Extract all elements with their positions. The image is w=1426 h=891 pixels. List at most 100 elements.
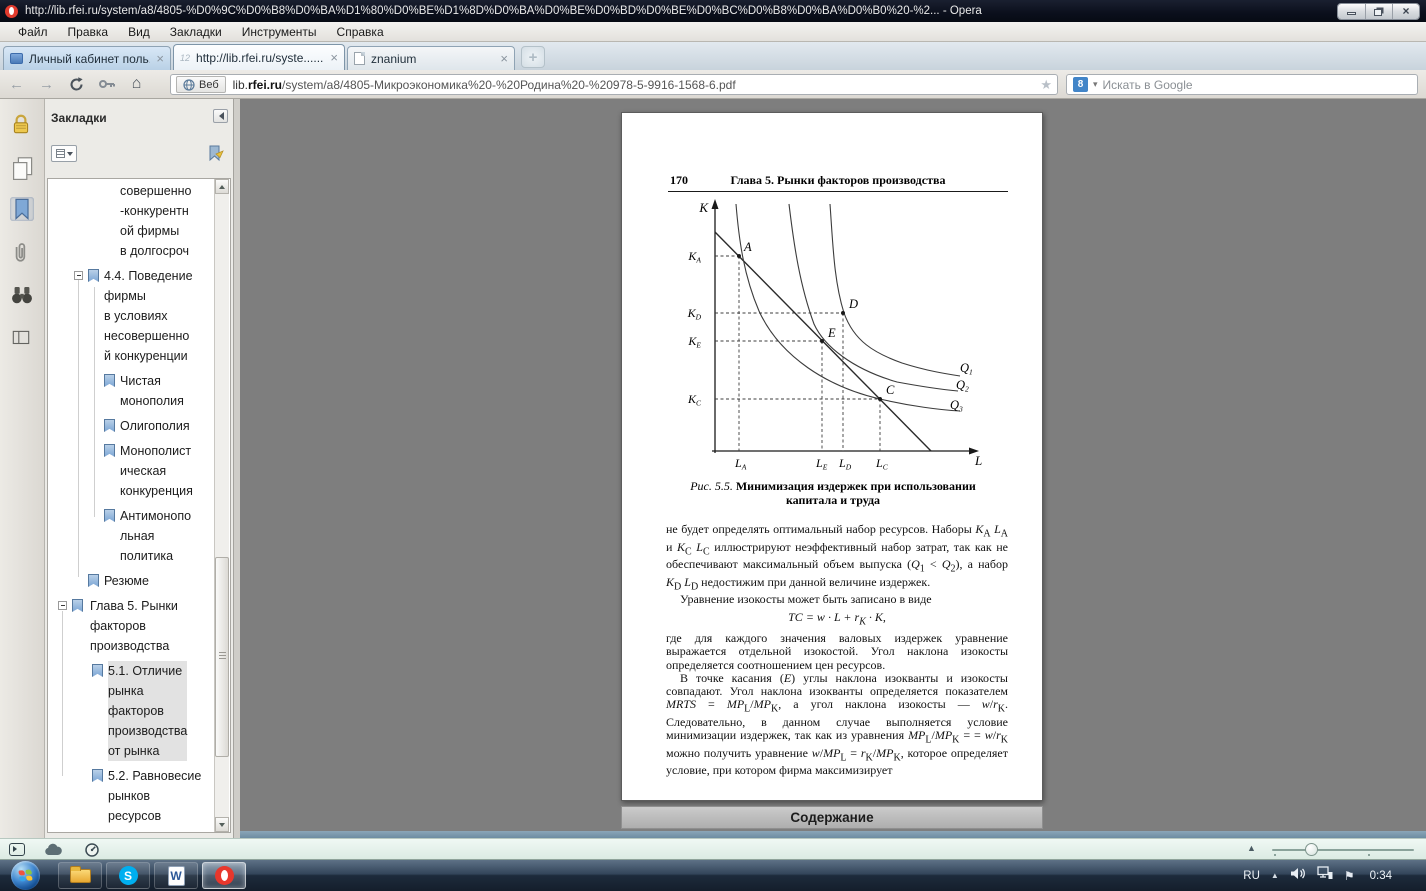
tab-pdf-active[interactable]: 12 http://lib.rfei.ru/syste...... × bbox=[173, 44, 345, 70]
explorer-icon bbox=[70, 869, 91, 883]
bookmark-item[interactable]: Монополист ическая конкуренция bbox=[48, 441, 230, 501]
page-header: 170 Глава 5. Рынки факторов производства bbox=[668, 173, 1008, 192]
view-options-dropdown[interactable] bbox=[51, 145, 77, 162]
clock[interactable]: 0:34 bbox=[1370, 870, 1392, 882]
sidebar-collapse-button[interactable] bbox=[213, 109, 228, 123]
lock-panel-icon[interactable] bbox=[10, 113, 34, 137]
opera-link-cloud-icon[interactable] bbox=[44, 843, 63, 861]
bookmark-item[interactable]: Чистая монополия bbox=[48, 371, 230, 411]
network-icon[interactable] bbox=[1317, 866, 1333, 885]
add-bookmark-button[interactable] bbox=[205, 143, 225, 163]
restore-button[interactable] bbox=[1365, 4, 1392, 19]
tab-close-icon[interactable]: × bbox=[500, 54, 508, 64]
zoom-slider-handle[interactable] bbox=[1305, 843, 1318, 856]
search-input[interactable] bbox=[1103, 78, 1411, 92]
word-icon: W bbox=[168, 866, 185, 886]
bookmark-star-icon[interactable]: ★ bbox=[1040, 77, 1052, 93]
list-view-icon bbox=[56, 149, 65, 158]
attachments-panel-icon[interactable] bbox=[10, 241, 34, 265]
tab-close-icon[interactable]: × bbox=[330, 53, 338, 63]
svg-text:KA: KA bbox=[687, 249, 701, 265]
bookmark-item-selected[interactable]: 5.1. Отличие рынка факторов производства… bbox=[48, 661, 230, 761]
forward-button[interactable]: → bbox=[33, 74, 60, 95]
svg-text:E: E bbox=[827, 326, 836, 340]
close-button[interactable]: × bbox=[1392, 4, 1419, 19]
bookmark-item[interactable]: Олигополия bbox=[48, 416, 230, 436]
search-panel-icon[interactable] bbox=[10, 283, 34, 307]
windows-taskbar: S W RU ▲ ⚑ 0:34 bbox=[0, 860, 1426, 891]
panel-toggle-icon[interactable] bbox=[9, 843, 25, 856]
action-center-flag-icon[interactable]: ⚑ bbox=[1344, 869, 1355, 883]
new-tab-button[interactable]: + bbox=[521, 46, 545, 68]
isocost-formula: TC = w · L + rK · K, bbox=[666, 611, 1008, 629]
search-field[interactable]: 8 ▾ bbox=[1066, 74, 1418, 95]
language-indicator[interactable]: RU bbox=[1243, 870, 1260, 882]
running-head: Глава 5. Рынки факторов производства bbox=[668, 173, 1008, 188]
main-area: Закладки совершенно -конкурентн ой фирмы… bbox=[0, 99, 1426, 838]
menu-file[interactable]: Файл bbox=[8, 23, 58, 41]
bookmark-item[interactable]: 5.2. Равновесие рынков ресурсов bbox=[48, 766, 230, 826]
menu-view[interactable]: Вид bbox=[118, 23, 160, 41]
minimize-icon bbox=[1347, 12, 1356, 15]
sidebar-splitter[interactable] bbox=[233, 99, 240, 838]
bookmark-icon bbox=[104, 444, 115, 457]
figure-5-5-chart: K L A D E C KA KD KE KC LA LE LD LC Q1 Q… bbox=[656, 195, 1004, 477]
tab-close-icon[interactable]: × bbox=[156, 54, 164, 64]
home-button[interactable]: ⌂ bbox=[123, 74, 150, 95]
minimize-button[interactable] bbox=[1338, 4, 1365, 19]
scroll-down-button[interactable] bbox=[215, 817, 229, 832]
panels-layout-icon[interactable] bbox=[10, 327, 34, 351]
contents-button[interactable]: Содержание bbox=[621, 806, 1043, 829]
address-input[interactable]: Веб lib.rfei.ru/system/a8/4805-Микроэкон… bbox=[170, 74, 1058, 95]
windows-panel-icon[interactable] bbox=[10, 155, 34, 179]
menu-tools[interactable]: Инструменты bbox=[232, 23, 327, 41]
status-bar: ▲ bbox=[0, 838, 1426, 860]
taskbar-skype-button[interactable]: S bbox=[106, 862, 150, 889]
reload-button[interactable] bbox=[63, 74, 90, 95]
svg-text:LE: LE bbox=[815, 456, 828, 472]
bookmark-item[interactable]: Глава 5. Рынки факторов производства bbox=[48, 596, 230, 656]
svg-text:LC: LC bbox=[875, 456, 889, 472]
collapse-expander-icon[interactable] bbox=[74, 271, 83, 280]
svg-text:A: A bbox=[743, 240, 752, 254]
bookmarks-panel-icon[interactable] bbox=[10, 197, 34, 221]
add-bookmark-icon bbox=[205, 143, 225, 163]
volume-icon[interactable] bbox=[1290, 867, 1306, 885]
collapse-expander-icon[interactable] bbox=[58, 601, 67, 610]
paragraph: В точке касания (E) углы наклона изокван… bbox=[666, 672, 1008, 778]
scroll-down-icon bbox=[219, 823, 225, 830]
pdf-viewer: 170 Глава 5. Рынки факторов производства bbox=[240, 99, 1426, 838]
bookmark-item[interactable]: Антимонопо льная политика bbox=[48, 506, 230, 566]
svg-text:KD: KD bbox=[687, 306, 702, 322]
menu-help[interactable]: Справка bbox=[327, 23, 394, 41]
wand-password-button[interactable] bbox=[93, 74, 120, 95]
zoom-slider-track[interactable] bbox=[1272, 849, 1414, 851]
scroll-thumb[interactable] bbox=[215, 557, 229, 757]
bookmark-icon bbox=[88, 269, 99, 282]
tab-znanium[interactable]: znanium × bbox=[347, 46, 515, 70]
hidden-icons-arrow-icon[interactable]: ▲ bbox=[1271, 871, 1279, 880]
bookmark-item[interactable]: 4.4. Поведение фирмы в условиях несоверш… bbox=[48, 266, 230, 366]
back-button[interactable]: ← bbox=[3, 74, 30, 95]
search-engine-dropdown-icon[interactable]: ▾ bbox=[1093, 79, 1098, 90]
page-favicon bbox=[354, 52, 365, 65]
taskbar-word-button[interactable]: W bbox=[154, 862, 198, 889]
page-number: 170 bbox=[670, 173, 688, 188]
menu-edit[interactable]: Правка bbox=[58, 23, 119, 41]
zoom-tick bbox=[1368, 854, 1370, 856]
bookmark-icon bbox=[88, 574, 99, 587]
bookmark-item[interactable]: совершенно -конкурентн ой фирмы в долгос… bbox=[48, 181, 230, 261]
zoom-menu-arrow-icon[interactable]: ▲ bbox=[1247, 843, 1256, 853]
sidebar-scrollbar[interactable] bbox=[214, 179, 229, 832]
zoom-tick bbox=[1274, 854, 1276, 856]
menu-bookmarks[interactable]: Закладки bbox=[160, 23, 232, 41]
web-badge[interactable]: Веб bbox=[176, 76, 226, 93]
tab-personal-cabinet[interactable]: Личный кабинет поль... × bbox=[3, 46, 171, 70]
svg-text:LD: LD bbox=[838, 456, 852, 472]
bookmark-item[interactable]: Резюме bbox=[48, 571, 230, 591]
svg-text:L: L bbox=[974, 453, 982, 468]
start-button[interactable] bbox=[11, 861, 40, 890]
taskbar-opera-button[interactable] bbox=[202, 862, 246, 889]
scroll-up-button[interactable] bbox=[215, 179, 229, 194]
taskbar-explorer-button[interactable] bbox=[58, 862, 102, 889]
